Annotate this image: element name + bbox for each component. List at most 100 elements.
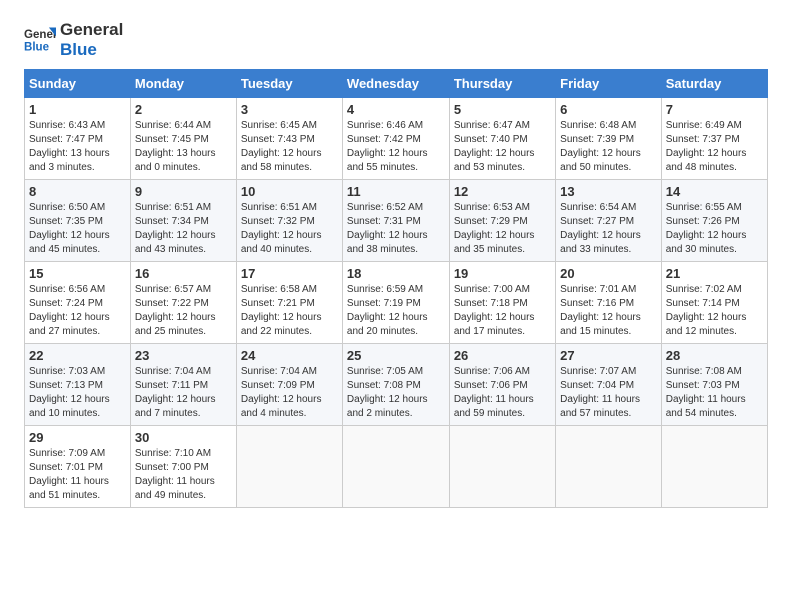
calendar-cell [236, 425, 342, 507]
day-info: Sunrise: 6:43 AM Sunset: 7:47 PM Dayligh… [29, 119, 126, 175]
day-number: 14 [666, 184, 763, 199]
calendar-cell: 13 Sunrise: 6:54 AM Sunset: 7:27 PM Dayli… [556, 179, 662, 261]
day-info: Sunrise: 7:00 AM Sunset: 7:18 PM Dayligh… [454, 283, 551, 339]
calendar-cell: 3 Sunrise: 6:45 AM Sunset: 7:43 PM Daylig… [236, 97, 342, 179]
day-info: Sunrise: 6:56 AM Sunset: 7:24 PM Dayligh… [29, 283, 126, 339]
day-number: 30 [135, 430, 232, 445]
day-number: 29 [29, 430, 126, 445]
day-number: 28 [666, 348, 763, 363]
day-info: Sunrise: 6:59 AM Sunset: 7:19 PM Dayligh… [347, 283, 445, 339]
calendar-cell: 12 Sunrise: 6:53 AM Sunset: 7:29 PM Dayli… [449, 179, 555, 261]
day-number: 26 [454, 348, 551, 363]
calendar-cell: 30Sunrise: 7:10 AM Sunset: 7:00 PM Dayli… [130, 425, 236, 507]
day-info: Sunrise: 6:51 AM Sunset: 7:32 PM Dayligh… [241, 201, 338, 257]
day-number: 7 [666, 102, 763, 117]
calendar-cell: 11 Sunrise: 6:52 AM Sunset: 7:31 PM Dayli… [342, 179, 449, 261]
day-info: Sunrise: 7:09 AM Sunset: 7:01 PM Dayligh… [29, 447, 126, 503]
day-number: 25 [347, 348, 445, 363]
calendar-cell [342, 425, 449, 507]
calendar-header-row: SundayMondayTuesdayWednesdayThursdayFrid… [25, 69, 768, 97]
calendar-cell: 19 Sunrise: 7:00 AM Sunset: 7:18 PM Dayli… [449, 261, 555, 343]
calendar-week-row: 29 Sunrise: 7:09 AM Sunset: 7:01 PM Dayli… [25, 425, 768, 507]
day-info: Sunrise: 6:46 AM Sunset: 7:42 PM Dayligh… [347, 119, 445, 175]
day-info: Sunrise: 6:52 AM Sunset: 7:31 PM Dayligh… [347, 201, 445, 257]
day-info: Sunrise: 6:47 AM Sunset: 7:40 PM Dayligh… [454, 119, 551, 175]
day-number: 3 [241, 102, 338, 117]
calendar-cell: 4Sunrise: 6:46 AM Sunset: 7:42 PM Daylig… [342, 97, 449, 179]
day-number: 6 [560, 102, 657, 117]
day-info: Sunrise: 6:57 AM Sunset: 7:22 PM Dayligh… [135, 283, 232, 339]
day-info: Sunrise: 7:04 AM Sunset: 7:11 PM Dayligh… [135, 365, 232, 421]
day-number: 1 [29, 102, 126, 117]
day-number: 8 [29, 184, 126, 199]
calendar-cell: 26 Sunrise: 7:06 AM Sunset: 7:06 PM Dayli… [449, 343, 555, 425]
calendar-day-header: Wednesday [342, 69, 449, 97]
day-info: Sunrise: 6:50 AM Sunset: 7:35 PM Dayligh… [29, 201, 126, 257]
calendar-cell: 18 Sunrise: 6:59 AM Sunset: 7:19 PM Dayli… [342, 261, 449, 343]
logo-icon: General Blue [24, 24, 56, 56]
calendar-cell: 23 Sunrise: 7:04 AM Sunset: 7:11 PM Dayli… [130, 343, 236, 425]
day-number: 11 [347, 184, 445, 199]
day-info: Sunrise: 6:48 AM Sunset: 7:39 PM Dayligh… [560, 119, 657, 175]
day-info: Sunrise: 6:54 AM Sunset: 7:27 PM Dayligh… [560, 201, 657, 257]
calendar-week-row: 8 Sunrise: 6:50 AM Sunset: 7:35 PM Daylig… [25, 179, 768, 261]
calendar-cell: 16 Sunrise: 6:57 AM Sunset: 7:22 PM Dayli… [130, 261, 236, 343]
calendar-cell: 5 Sunrise: 6:47 AM Sunset: 7:40 PM Daylig… [449, 97, 555, 179]
day-number: 22 [29, 348, 126, 363]
calendar-cell: 21Sunrise: 7:02 AM Sunset: 7:14 PM Dayli… [661, 261, 767, 343]
header: General Blue General Blue [24, 20, 768, 61]
svg-text:Blue: Blue [24, 42, 50, 54]
day-info: Sunrise: 7:06 AM Sunset: 7:06 PM Dayligh… [454, 365, 551, 421]
day-number: 12 [454, 184, 551, 199]
calendar-cell: 29 Sunrise: 7:09 AM Sunset: 7:01 PM Dayli… [25, 425, 131, 507]
day-info: Sunrise: 7:03 AM Sunset: 7:13 PM Dayligh… [29, 365, 126, 421]
calendar-day-header: Tuesday [236, 69, 342, 97]
calendar-day-header: Thursday [449, 69, 555, 97]
day-info: Sunrise: 6:49 AM Sunset: 7:37 PM Dayligh… [666, 119, 763, 175]
day-number: 21 [666, 266, 763, 281]
day-number: 5 [454, 102, 551, 117]
svg-text:General: General [24, 30, 56, 42]
calendar-cell: 15 Sunrise: 6:56 AM Sunset: 7:24 PM Dayli… [25, 261, 131, 343]
calendar-day-header: Sunday [25, 69, 131, 97]
day-info: Sunrise: 6:55 AM Sunset: 7:26 PM Dayligh… [666, 201, 763, 257]
calendar-cell [661, 425, 767, 507]
calendar-cell: 6 Sunrise: 6:48 AM Sunset: 7:39 PM Daylig… [556, 97, 662, 179]
calendar-table: SundayMondayTuesdayWednesdayThursdayFrid… [24, 69, 768, 508]
calendar-cell: 20 Sunrise: 7:01 AM Sunset: 7:16 PM Dayli… [556, 261, 662, 343]
calendar-day-header: Friday [556, 69, 662, 97]
day-number: 20 [560, 266, 657, 281]
calendar-day-header: Monday [130, 69, 236, 97]
calendar-cell: 14 Sunrise: 6:55 AM Sunset: 7:26 PM Dayli… [661, 179, 767, 261]
calendar-cell [449, 425, 555, 507]
day-info: Sunrise: 7:05 AM Sunset: 7:08 PM Dayligh… [347, 365, 445, 421]
day-info: Sunrise: 7:08 AM Sunset: 7:03 PM Dayligh… [666, 365, 763, 421]
calendar-week-row: 1 Sunrise: 6:43 AM Sunset: 7:47 PM Daylig… [25, 97, 768, 179]
calendar-cell: 22 Sunrise: 7:03 AM Sunset: 7:13 PM Dayli… [25, 343, 131, 425]
day-number: 13 [560, 184, 657, 199]
calendar-week-row: 15 Sunrise: 6:56 AM Sunset: 7:24 PM Dayli… [25, 261, 768, 343]
day-number: 27 [560, 348, 657, 363]
calendar-cell: 25 Sunrise: 7:05 AM Sunset: 7:08 PM Dayli… [342, 343, 449, 425]
calendar-week-row: 22 Sunrise: 7:03 AM Sunset: 7:13 PM Dayli… [25, 343, 768, 425]
day-info: Sunrise: 7:07 AM Sunset: 7:04 PM Dayligh… [560, 365, 657, 421]
day-number: 10 [241, 184, 338, 199]
calendar-cell: 24 Sunrise: 7:04 AM Sunset: 7:09 PM Dayli… [236, 343, 342, 425]
day-info: Sunrise: 7:04 AM Sunset: 7:09 PM Dayligh… [241, 365, 338, 421]
day-number: 19 [454, 266, 551, 281]
day-number: 24 [241, 348, 338, 363]
day-number: 18 [347, 266, 445, 281]
day-info: Sunrise: 6:45 AM Sunset: 7:43 PM Dayligh… [241, 119, 338, 175]
calendar-cell: 27 Sunrise: 7:07 AM Sunset: 7:04 PM Dayli… [556, 343, 662, 425]
calendar-cell: 8 Sunrise: 6:50 AM Sunset: 7:35 PM Daylig… [25, 179, 131, 261]
day-number: 15 [29, 266, 126, 281]
day-number: 23 [135, 348, 232, 363]
day-info: Sunrise: 6:53 AM Sunset: 7:29 PM Dayligh… [454, 201, 551, 257]
logo: General Blue General Blue [24, 20, 123, 61]
logo-blue: Blue [60, 40, 123, 60]
day-number: 9 [135, 184, 232, 199]
logo-general: General [60, 20, 123, 40]
day-number: 16 [135, 266, 232, 281]
day-info: Sunrise: 6:58 AM Sunset: 7:21 PM Dayligh… [241, 283, 338, 339]
day-info: Sunrise: 7:01 AM Sunset: 7:16 PM Dayligh… [560, 283, 657, 339]
